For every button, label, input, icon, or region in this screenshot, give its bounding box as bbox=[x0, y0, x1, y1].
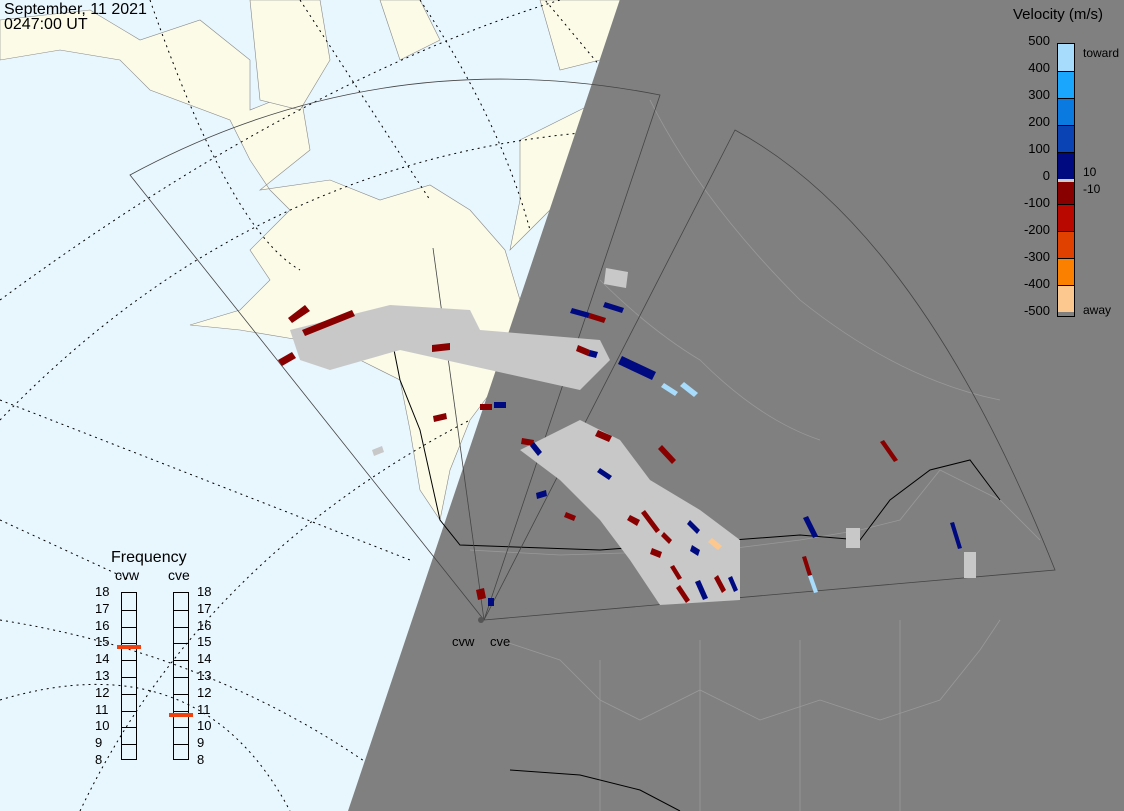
freq-radar-cve: cve bbox=[168, 567, 190, 583]
ground-scatter-cell bbox=[846, 528, 860, 548]
frequency-tick: 17 bbox=[95, 600, 110, 616]
frequency-tick: 15 bbox=[95, 634, 110, 650]
colorbar-scale bbox=[1057, 43, 1075, 317]
velocity-cell bbox=[488, 598, 494, 606]
frequency-tick: 14 bbox=[95, 651, 110, 667]
frequency-tick: 16 bbox=[95, 617, 110, 633]
radar-site-cvw bbox=[478, 617, 484, 623]
colorbar-tick: -500 bbox=[1023, 303, 1050, 318]
colorbar-tick: 300 bbox=[1028, 87, 1050, 102]
colorbar-tick: 500 bbox=[1028, 33, 1050, 48]
frequency-tick: 13 bbox=[95, 668, 110, 683]
frequency-bar-cve bbox=[173, 592, 189, 760]
colorbar-tick: 400 bbox=[1028, 60, 1050, 75]
frequency-tick: 9 bbox=[197, 735, 205, 751]
colorbar-segment bbox=[1058, 204, 1074, 231]
colorbar-tick: 0 bbox=[1042, 168, 1050, 183]
frequency-tick: 8 bbox=[95, 752, 103, 767]
colorbar-segment bbox=[1058, 258, 1074, 285]
frequency-title: Frequency bbox=[111, 549, 187, 566]
colorbar-tick: -100 bbox=[1023, 195, 1050, 210]
frequency-tick: 8 bbox=[197, 752, 205, 767]
frequency-tick: 12 bbox=[197, 684, 212, 700]
frequency-tick: 10 bbox=[95, 718, 110, 734]
frequency-tick: 12 bbox=[95, 684, 110, 700]
frequency-tick: 15 bbox=[197, 634, 212, 650]
colorbar-segment bbox=[1058, 44, 1074, 71]
colorbar-tick: 200 bbox=[1028, 114, 1050, 129]
frequency-tick: 11 bbox=[197, 701, 211, 717]
velocity-cell bbox=[494, 402, 506, 408]
colorbar-segment bbox=[1058, 231, 1074, 258]
colorbar-segment bbox=[1058, 98, 1074, 125]
frequency-tick: 14 bbox=[197, 651, 212, 667]
colorbar-tick: -300 bbox=[1023, 249, 1050, 264]
colorbar-segment bbox=[1058, 285, 1074, 312]
colorbar-segment bbox=[1058, 125, 1074, 152]
frequency-tick: 18 bbox=[95, 584, 110, 599]
frequency-marker bbox=[117, 645, 141, 650]
frequency-tick: 16 bbox=[197, 617, 212, 633]
radar-label-cvw: cvw bbox=[452, 634, 475, 649]
radar-map: cvw cve bbox=[0, 0, 1124, 811]
colorbar-tick: -200 bbox=[1023, 222, 1050, 237]
colorbar-title: Velocity (m/s) bbox=[1013, 6, 1104, 23]
freq-radar-cvw: cvw bbox=[115, 567, 140, 583]
frequency-marker bbox=[169, 712, 193, 717]
frequency-tick: 18 bbox=[197, 584, 212, 599]
frequency-tick: 11 bbox=[95, 701, 109, 717]
frequency-tick: 17 bbox=[197, 600, 212, 616]
ground-scatter-cell bbox=[964, 552, 976, 578]
threshold-pos: 10 bbox=[1083, 165, 1097, 179]
time-label: 0247:00 UT bbox=[4, 16, 88, 33]
colorbar-segment bbox=[1058, 179, 1074, 204]
colorbar-segment bbox=[1058, 152, 1074, 179]
colorbar-tick: -400 bbox=[1023, 276, 1050, 291]
frequency-tick: 10 bbox=[197, 718, 212, 734]
date-label: September, 11 2021 bbox=[4, 1, 147, 18]
velocity-cell bbox=[480, 404, 492, 410]
away-label: away bbox=[1083, 303, 1112, 317]
radar-label-cve: cve bbox=[490, 634, 510, 649]
frequency-bar-cvw bbox=[121, 592, 137, 760]
frequency-tick: 9 bbox=[95, 735, 103, 751]
threshold-neg: -10 bbox=[1083, 182, 1101, 196]
colorbar-tick: 100 bbox=[1028, 141, 1050, 156]
frequency-tick: 13 bbox=[197, 668, 212, 683]
colorbar-segment bbox=[1058, 71, 1074, 98]
toward-label: toward bbox=[1083, 46, 1120, 60]
